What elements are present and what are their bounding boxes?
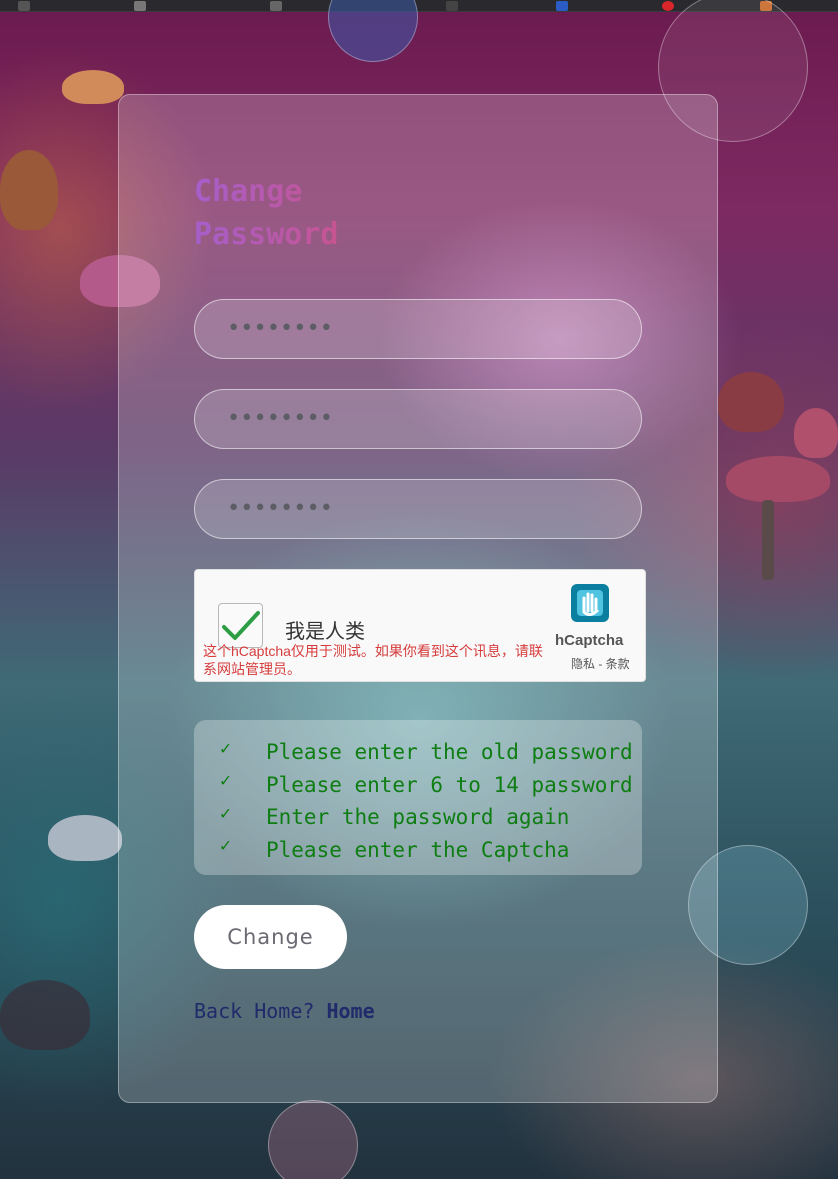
rule-item: ✓ Please enter the old password xyxy=(194,736,642,769)
mushroom-cap xyxy=(62,70,124,104)
rule-text: Please enter 6 to 14 password xyxy=(266,772,633,797)
home-link[interactable]: Home xyxy=(326,999,374,1023)
check-icon xyxy=(222,611,260,640)
rule-text: Please enter the Captcha xyxy=(266,837,570,862)
mushroom-cap xyxy=(718,372,784,432)
rule-item: ✓ Please enter 6 to 14 password xyxy=(194,769,642,802)
tab-icon[interactable] xyxy=(134,1,146,11)
mushroom-stem xyxy=(762,500,774,580)
confirm-password-field[interactable]: •••••••• xyxy=(194,479,642,539)
check-icon: ✓ xyxy=(220,835,231,857)
back-home: Back Home? Home xyxy=(194,999,375,1023)
new-password-field[interactable]: •••••••• xyxy=(194,389,642,449)
check-icon: ✓ xyxy=(220,770,231,792)
page-title-line2: Password xyxy=(194,217,339,252)
tab-icon[interactable] xyxy=(662,1,674,11)
change-button[interactable]: Change xyxy=(194,905,347,969)
back-home-prefix: Back Home? xyxy=(194,999,315,1023)
hcaptcha-brand: hCaptcha xyxy=(555,632,624,649)
page-title: Change Password xyxy=(194,170,394,256)
hcaptcha-privacy-terms-links[interactable]: 隐私 - 条款 xyxy=(571,655,630,672)
check-icon: ✓ xyxy=(220,737,231,759)
captcha-warning: 这个hCaptcha仅用于测试。如果你看到这个讯息，请联系网站管理员。 xyxy=(203,643,543,677)
rule-text: Enter the password again xyxy=(266,805,570,830)
hcaptcha-widget: 我是人类 这个hCaptcha仅用于测试。如果你看到这个讯息，请联系网站管理员。… xyxy=(194,569,646,682)
mushroom-cap xyxy=(794,408,838,458)
mushroom-cap xyxy=(726,456,830,502)
bubble xyxy=(328,0,418,62)
bubble xyxy=(268,1100,358,1179)
check-icon: ✓ xyxy=(220,802,231,824)
password-rules-panel: ✓ Please enter the old password ✓ Please… xyxy=(194,720,642,875)
mushroom-cap xyxy=(0,980,90,1050)
rule-item: ✓ Please enter the Captcha xyxy=(194,834,642,867)
rule-text: Please enter the old password xyxy=(266,740,633,765)
mushroom-cap xyxy=(48,815,122,861)
mushroom-cap xyxy=(0,150,58,230)
tab-icon[interactable] xyxy=(18,1,30,11)
captcha-label: 我是人类 xyxy=(285,621,365,643)
tab-icon[interactable] xyxy=(556,1,568,11)
hcaptcha-logo-icon xyxy=(571,584,609,622)
page-title-line1: Change xyxy=(194,174,303,209)
rule-item: ✓ Enter the password again xyxy=(194,801,642,834)
tab-icon[interactable] xyxy=(446,1,458,11)
tab-icon[interactable] xyxy=(270,1,282,11)
old-password-field[interactable]: •••••••• xyxy=(194,299,642,359)
